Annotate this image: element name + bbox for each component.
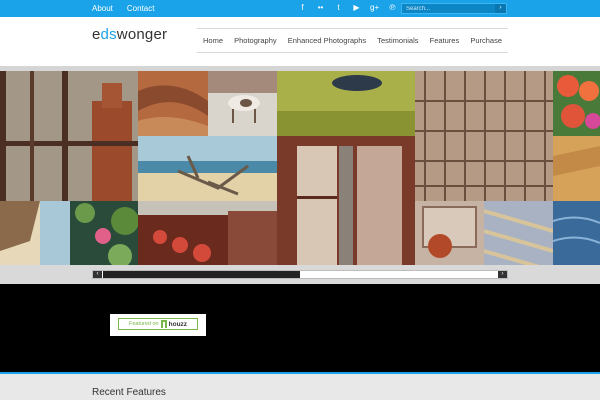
houzz-featured-text: Featured on	[128, 321, 159, 327]
contact-link[interactable]: Contact	[127, 4, 155, 13]
main-nav: Home Photography Enhanced Photographs Te…	[197, 28, 508, 53]
google-plus-icon[interactable]: g+	[370, 2, 379, 14]
photo-diner-stools[interactable]	[138, 201, 277, 265]
recent-features-title: Recent Features	[92, 387, 166, 398]
nav-photography[interactable]: Photography	[234, 36, 277, 45]
houzz-brand-text: houzz	[168, 320, 188, 328]
recent-features-section: Recent Features	[0, 374, 600, 400]
photo-window-tower[interactable]	[0, 71, 138, 201]
photo-window-reflection[interactable]	[415, 71, 553, 201]
photo-coastal-cliff[interactable]	[0, 201, 70, 265]
houzz-logo-icon	[160, 320, 167, 328]
logo-suffix: wonger	[116, 26, 168, 43]
search-button[interactable]: ›	[495, 4, 506, 13]
twitter-icon[interactable]: t	[334, 2, 343, 14]
gallery-scrollbar[interactable]: ‹ ›	[92, 270, 508, 279]
photo-red-rock[interactable]	[138, 71, 208, 136]
top-bar: About Contact f •• t ▶ g+ ℗ ›	[0, 0, 600, 17]
nav-features[interactable]: Features	[430, 36, 460, 45]
facebook-icon[interactable]: f	[298, 2, 307, 14]
houzz-badge[interactable]: Featured on houzz	[110, 314, 206, 336]
photo-golden-pattern[interactable]	[553, 136, 600, 201]
photo-doorway[interactable]	[277, 136, 415, 265]
nav-home[interactable]: Home	[203, 36, 223, 45]
scroll-thumb[interactable]	[103, 271, 300, 278]
photo-roses[interactable]	[553, 71, 600, 136]
scroll-right-arrow[interactable]: ›	[498, 271, 507, 278]
nav-enhanced-photographs[interactable]: Enhanced Photographs	[288, 36, 366, 45]
photo-tree-frame[interactable]	[415, 201, 484, 265]
photo-horse-snow[interactable]	[208, 71, 277, 136]
logo-accent: ds	[100, 26, 117, 43]
top-links: About Contact	[92, 0, 154, 17]
photo-grass-field[interactable]	[277, 71, 415, 136]
nav-testimonials[interactable]: Testimonials	[377, 36, 418, 45]
houzz-badge-frame: Featured on houzz	[118, 318, 198, 330]
photo-mosaic	[0, 71, 600, 265]
scroll-left-arrow[interactable]: ‹	[93, 271, 102, 278]
flickr-icon[interactable]: ••	[316, 2, 325, 14]
site-header: edswonger Home Photography Enhanced Phot…	[0, 17, 600, 66]
photo-fabric-texture[interactable]	[484, 201, 553, 265]
site-logo[interactable]: edswonger	[92, 26, 167, 43]
logo-prefix: e	[92, 26, 101, 43]
social-icons: f •• t ▶ g+ ℗	[298, 2, 397, 14]
search-input[interactable]	[402, 4, 494, 13]
search-box: ›	[401, 3, 507, 14]
nav-purchase[interactable]: Purchase	[470, 36, 502, 45]
video-area: Featured on houzz	[0, 284, 600, 372]
photo-lotus[interactable]	[70, 201, 138, 265]
photo-water-ripples[interactable]	[553, 201, 600, 265]
youtube-icon[interactable]: ▶	[352, 2, 361, 14]
gallery-scroll-area: ‹ ›	[0, 265, 600, 284]
photo-driftwood-beach[interactable]	[138, 136, 277, 201]
about-link[interactable]: About	[92, 4, 113, 13]
pinterest-icon[interactable]: ℗	[388, 2, 397, 14]
